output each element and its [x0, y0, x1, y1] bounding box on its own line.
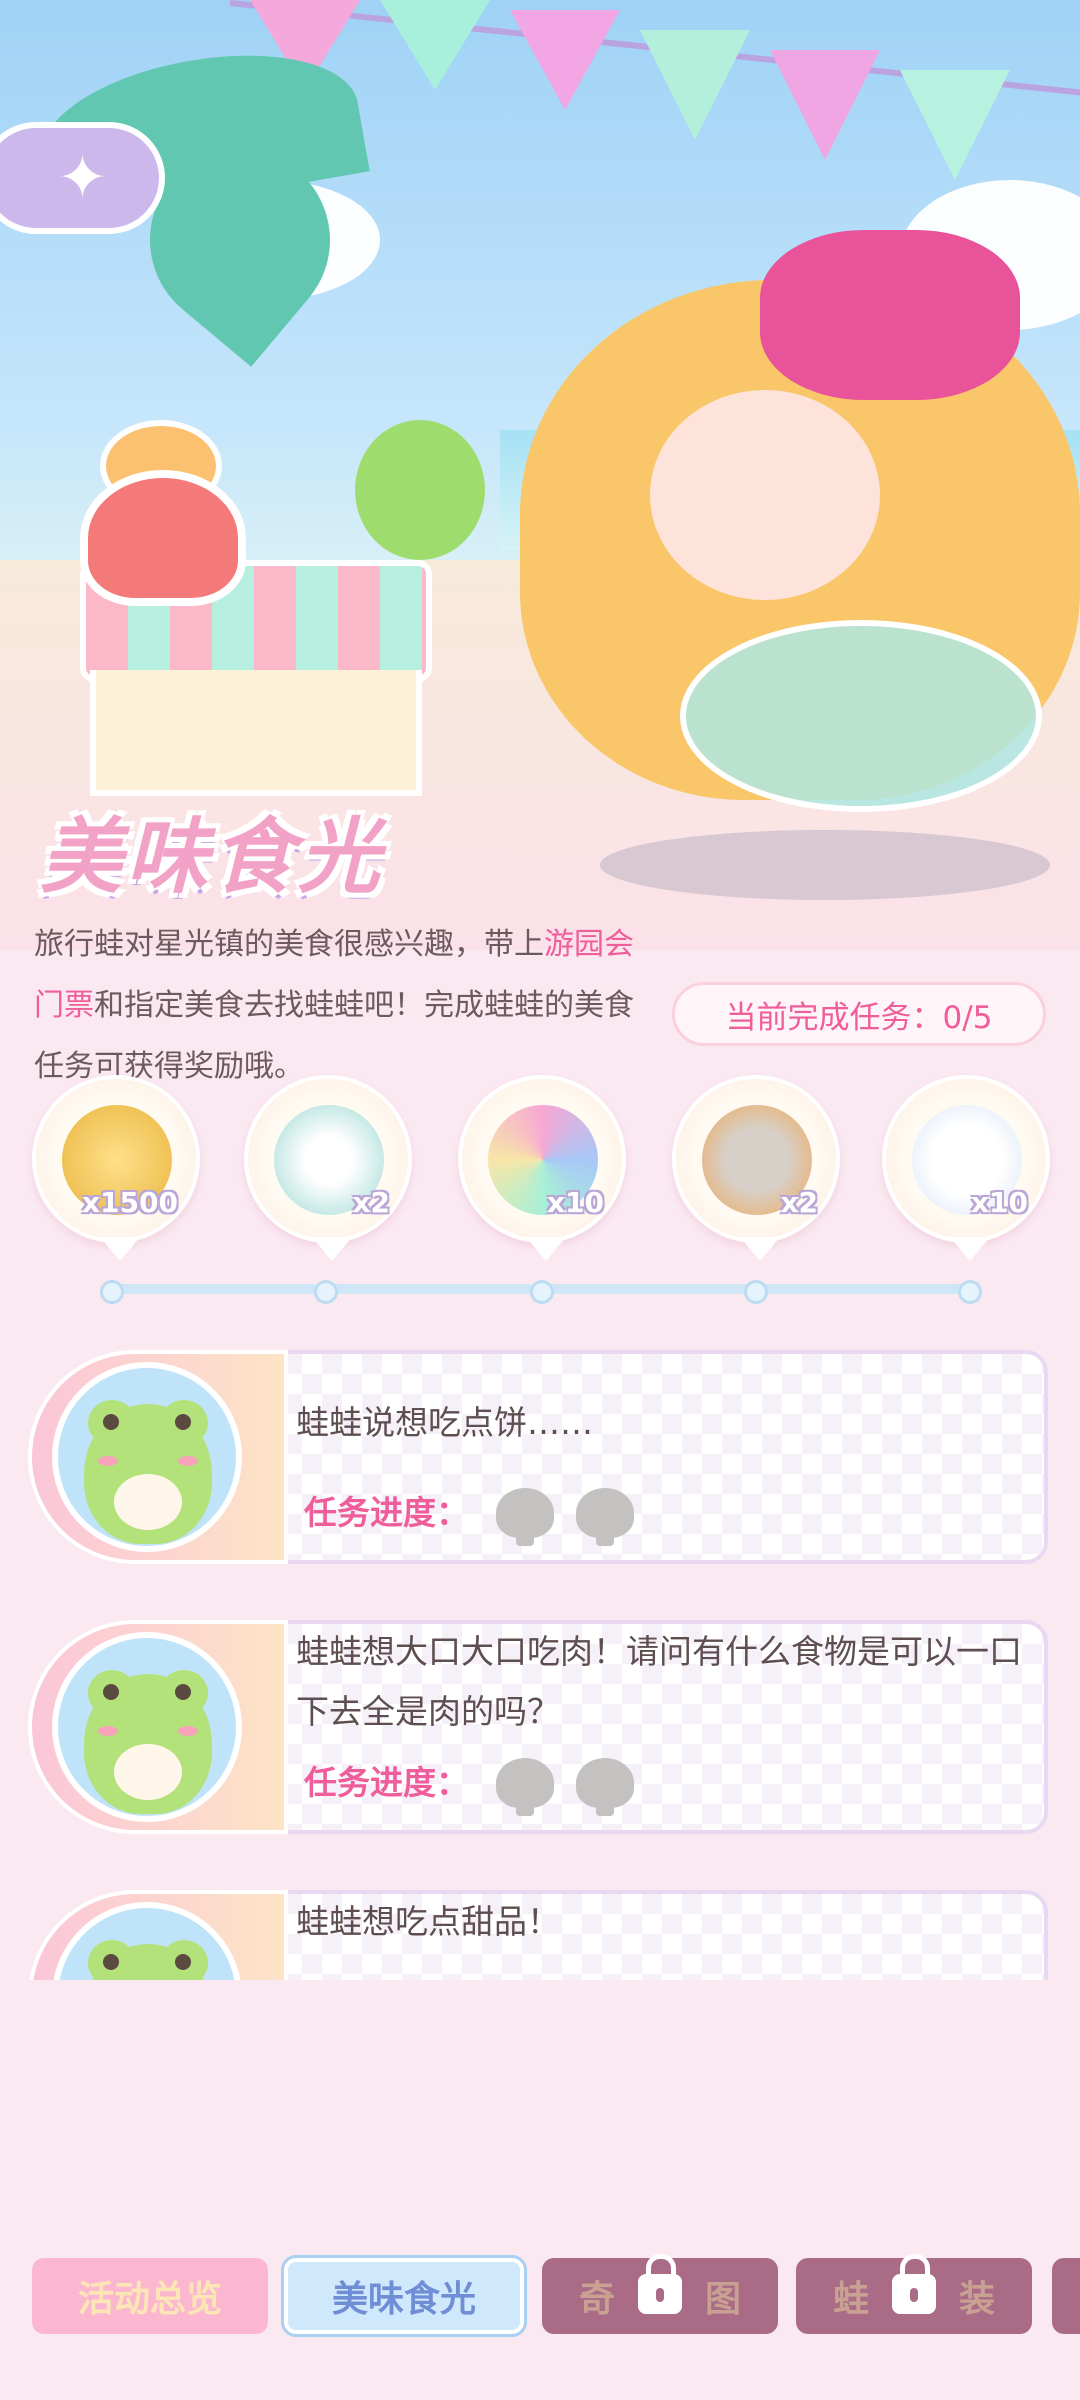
progress-node: [314, 1280, 338, 1304]
shell-slot-icon: [576, 1488, 634, 1546]
pennant: [380, 0, 490, 90]
task-progress-label: 当前完成任务：0/5: [725, 999, 993, 1036]
frog-avatar-icon: [52, 1362, 242, 1552]
tab-label: 美味食光: [331, 2279, 476, 2320]
tab-delicious-food[interactable]: 美味食光: [284, 2258, 524, 2334]
frog-eye: [160, 1940, 208, 1980]
reward-count: x10: [970, 1186, 1028, 1219]
reward-fish-can[interactable]: x2: [672, 1075, 840, 1261]
progress-node: [100, 1280, 124, 1304]
reward-count: x2: [780, 1186, 818, 1219]
frog-cheek: [178, 1456, 198, 1466]
reward-count: x2: [352, 1186, 390, 1219]
tab-label: 活动总览: [77, 2279, 222, 2320]
frog-cheek: [98, 1456, 118, 1466]
back-button[interactable]: ✦: [0, 122, 165, 234]
frog-eye: [88, 1400, 136, 1446]
progress-node: [530, 1280, 554, 1304]
frog-figure: [84, 1400, 212, 1544]
lock-icon: [892, 2254, 936, 2314]
progress-node: [958, 1280, 982, 1304]
event-description: 旅行蛙对星光镇的美食很感兴趣，带上游园会门票和指定美食去找蛙蛙吧！完成蛙蛙的美食…: [34, 914, 634, 1097]
pennant: [640, 30, 750, 140]
frog-belly: [114, 1474, 182, 1530]
frog-avatar-icon: [52, 1632, 242, 1822]
task-description: 蛙蛙想大口大口吃肉！请问有什么食物是可以一口下去全是肉的吗？: [296, 1632, 1022, 1731]
girl-face: [650, 390, 880, 600]
task-progress-badge: 当前完成任务：0/5: [672, 982, 1046, 1046]
task-description: 蛙蛙想吃点甜品！: [296, 1902, 560, 1941]
task-description: 蛙蛙说想吃点饼……: [296, 1403, 593, 1442]
pennant: [510, 10, 620, 110]
jellyfish-icon: [80, 470, 246, 606]
girl-bow: [760, 230, 1020, 400]
shell-slot-icon: [576, 1758, 634, 1816]
frog-figure: [84, 1940, 212, 1980]
reward-cloud-cushion[interactable]: x10: [882, 1075, 1050, 1261]
tab-label: 装: [959, 2279, 996, 2320]
reward-rainbow-star[interactable]: x10: [458, 1075, 626, 1261]
task-card[interactable]: 蛙蛙想大口大口吃肉！请问有什么食物是可以一口下去全是肉的吗？ 任务进度：: [28, 1608, 1050, 1838]
bottom-tab-bar: 活动总览 美味食光 奇图 蛙装: [0, 2254, 1080, 2342]
frog-eye: [160, 1670, 208, 1716]
task-progress-title: 任务进度：: [304, 1763, 469, 1802]
tab-more[interactable]: [1052, 2258, 1080, 2334]
pennant: [900, 70, 1010, 180]
reward-sushi-platter[interactable]: x2: [244, 1075, 412, 1261]
food-stall-counter: [90, 670, 422, 796]
reward-row: x1500 x2 x10 x2 x10: [0, 1075, 1080, 1265]
swim-ring: [680, 620, 1042, 812]
progress-node: [744, 1280, 768, 1304]
frog-character: [355, 420, 485, 560]
description-text: 和指定美食去找蛙蛙吧！完成蛙蛙的美食任务可获得奖励哦。: [34, 988, 634, 1084]
tab-locked-3[interactable]: 奇图: [542, 2254, 778, 2334]
pennant: [770, 50, 880, 160]
reward-count: x10: [546, 1186, 604, 1219]
tab-label: 奇: [578, 2279, 615, 2320]
event-title: 美味食光: [40, 810, 384, 905]
tab-label: 蛙: [832, 2279, 869, 2320]
task-card[interactable]: 蛙蛙想吃点甜品！: [28, 1878, 1050, 1980]
tab-overview[interactable]: 活动总览: [32, 2258, 268, 2334]
task-card[interactable]: 蛙蛙说想吃点饼…… 任务进度：: [28, 1338, 1050, 1568]
reward-count: x1500: [82, 1186, 178, 1219]
frog-eye: [88, 1940, 136, 1980]
task-progress-title: 任务进度：: [304, 1493, 469, 1532]
frog-belly: [114, 1744, 182, 1800]
task-list[interactable]: 蛙蛙说想吃点饼…… 任务进度： 蛙蛙想大口大口吃肉！请问有什么食物是可以一口下去…: [0, 1330, 1080, 1980]
lock-icon: [638, 2254, 682, 2314]
event-banner: ✦ 美味食光: [0, 0, 1080, 950]
tab-locked-4[interactable]: 蛙装: [796, 2254, 1032, 2334]
frog-eye: [88, 1670, 136, 1716]
frog-cheek: [98, 1726, 118, 1736]
sparkle-back-icon: ✦: [57, 143, 108, 213]
frog-figure: [84, 1670, 212, 1814]
description-text: 旅行蛙对星光镇的美食很感兴趣，带上: [34, 927, 544, 962]
frog-eye: [160, 1400, 208, 1446]
reward-gold-coins[interactable]: x1500: [32, 1075, 200, 1261]
shadow: [600, 830, 1050, 900]
frog-cheek: [178, 1726, 198, 1736]
tab-label: 图: [705, 2279, 742, 2320]
shell-slot-icon: [496, 1488, 554, 1546]
shell-slot-icon: [496, 1758, 554, 1816]
